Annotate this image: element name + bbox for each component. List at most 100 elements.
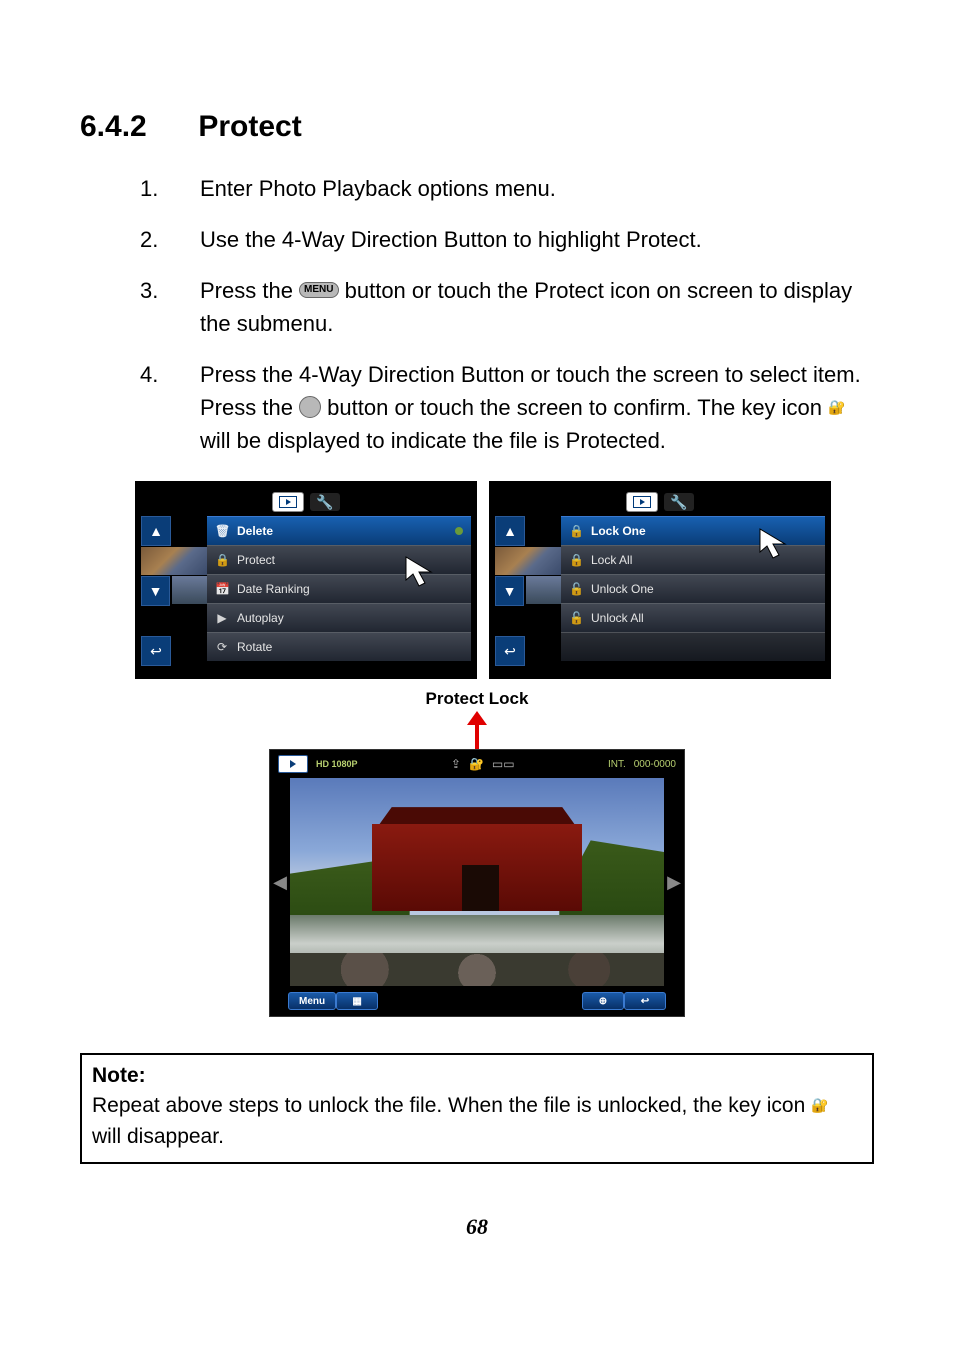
step-text: Enter Photo Playback options menu.: [200, 172, 874, 205]
menu-item-label: Lock All: [591, 553, 632, 567]
indicator-dot-icon: [455, 527, 463, 535]
menu-screenshots: 🔧 ▲ ▼ ↩ 🗑 Delete: [135, 481, 874, 679]
pointer-arrow-icon: [467, 711, 487, 749]
battery-icon: ▭▭: [492, 757, 515, 771]
rotate-icon: ⟳: [215, 640, 229, 654]
grid-icon: ▦: [352, 996, 361, 1007]
chevron-down-icon: ▼: [503, 583, 517, 599]
menu-item-unlock-all[interactable]: 🔓 Unlock All: [561, 603, 825, 632]
back-icon: ↩: [150, 643, 162, 660]
menu-item-lock-one[interactable]: 🔒 Lock One: [561, 516, 825, 545]
lock-icon: 🔒: [215, 553, 229, 567]
thumb-down-button[interactable]: ▼: [495, 576, 524, 606]
grid-button[interactable]: ▦: [336, 992, 378, 1010]
text-fragment: button or touch the screen to confirm. T…: [327, 395, 828, 420]
step-text: Use the 4-Way Direction Button to highli…: [200, 223, 874, 256]
back-button[interactable]: ↩: [141, 636, 171, 666]
chevron-down-icon: ▼: [149, 583, 163, 599]
lock-icon: 🔒: [569, 524, 583, 538]
menu-item-rotate[interactable]: ⟳ Rotate: [207, 632, 471, 661]
steps-list: 1. Enter Photo Playback options menu. 2.…: [140, 172, 874, 457]
thumbnail-image[interactable]: [172, 576, 207, 604]
play-icon: ▶: [215, 611, 229, 625]
export-icon: ⇪: [451, 757, 461, 771]
menu-item-unlock-one[interactable]: 🔓 Unlock One: [561, 574, 825, 603]
note-text: will disappear.: [92, 1125, 224, 1148]
menu-item-autoplay[interactable]: ▶ Autoplay: [207, 603, 471, 632]
step-number: 1.: [140, 172, 200, 205]
menu-item-date-ranking[interactable]: 📅 Date Ranking: [207, 574, 471, 603]
menu-item-empty: [561, 632, 825, 661]
section-number: 6.4.2: [80, 110, 190, 144]
prev-photo-button[interactable]: ◀: [274, 778, 286, 986]
tab-settings[interactable]: 🔧: [310, 493, 340, 511]
menu-item-label: Delete: [237, 524, 273, 538]
calendar-icon: 📅: [215, 582, 229, 596]
menu-item-label: Lock One: [591, 524, 646, 538]
thumb-up-button[interactable]: ▲: [141, 516, 171, 546]
ok-button-icon: [299, 396, 321, 418]
menu-item-protect[interactable]: 🔒 Protect: [207, 545, 471, 574]
zoom-in-icon: ⊕: [599, 996, 607, 1007]
back-button[interactable]: ↩: [624, 992, 666, 1010]
playback-screen: HD 1080P ⇪ 🔐 ▭▭ INT. 000-0000 ◀: [269, 749, 685, 1017]
thumbnail-image[interactable]: [495, 547, 561, 575]
page-number: 68: [80, 1214, 874, 1240]
back-icon: ↩: [504, 643, 516, 660]
playback-mode-icon: [278, 755, 308, 773]
menu-button-icon: MENU: [299, 282, 338, 298]
wrench-icon: 🔧: [316, 494, 333, 511]
key-icon: 🔐: [828, 397, 845, 418]
menu-item-label: Date Ranking: [237, 582, 310, 596]
menu-item-delete[interactable]: 🗑 Delete: [207, 516, 471, 545]
step-number: 3.: [140, 274, 200, 340]
thumb-up-button[interactable]: ▲: [495, 516, 525, 546]
photo-preview[interactable]: [290, 778, 664, 986]
menu-item-label: Unlock All: [591, 611, 644, 625]
back-button[interactable]: ↩: [495, 636, 525, 666]
menu-item-label: Rotate: [237, 640, 272, 654]
text-fragment: Press the: [200, 278, 299, 303]
step-number: 2.: [140, 223, 200, 256]
key-icon: 🔐: [469, 757, 484, 771]
thumbnail-image[interactable]: [526, 576, 561, 604]
thumb-down-button[interactable]: ▼: [141, 576, 170, 606]
button-label: Menu: [299, 996, 325, 1007]
tab-playback[interactable]: [626, 492, 658, 512]
protect-lock-label: Protect Lock: [267, 689, 687, 709]
step-number: 4.: [140, 358, 200, 457]
menu-item-label: Protect: [237, 553, 275, 567]
menu-button[interactable]: Menu: [288, 992, 336, 1010]
camera-submenu-list: 🔒 Lock One 🔒 Lock All 🔓 Unlock One 🔓 Unl…: [561, 516, 825, 666]
next-photo-button[interactable]: ▶: [668, 778, 680, 986]
menu-item-label: Autoplay: [237, 611, 284, 625]
menu-item-lock-all[interactable]: 🔒 Lock All: [561, 545, 825, 574]
counter-label: 000-0000: [634, 759, 676, 770]
chevron-left-icon: ◀: [273, 872, 287, 893]
step-text: Press the MENU button or touch the Prote…: [200, 274, 874, 340]
camera-menu-left: 🔧 ▲ ▼ ↩ 🗑 Delete: [135, 481, 477, 679]
camera-menu-right: 🔧 ▲ ▼ ↩ 🔒 Lock One: [489, 481, 831, 679]
chevron-right-icon: ▶: [667, 872, 681, 893]
step-text: Press the 4-Way Direction Button or touc…: [200, 358, 874, 457]
note-text: Repeat above steps to unlock the file. W…: [92, 1094, 811, 1117]
unlock-icon: 🔓: [569, 611, 583, 625]
thumbnail-image[interactable]: [141, 547, 207, 575]
chevron-up-icon: ▲: [503, 523, 517, 539]
text-fragment: will be displayed to indicate the file i…: [200, 428, 666, 453]
hd-badge: HD 1080P: [316, 760, 358, 769]
trash-icon: 🗑: [215, 524, 229, 538]
section-title: Protect: [198, 110, 301, 143]
lock-icon: 🔒: [569, 553, 583, 567]
key-icon: 🔐: [811, 1095, 828, 1115]
zoom-button[interactable]: ⊕: [582, 992, 624, 1010]
note-heading: Note:: [92, 1064, 146, 1087]
wrench-icon: 🔧: [670, 494, 687, 511]
tab-settings[interactable]: 🔧: [664, 493, 694, 511]
note-box: Note: Repeat above steps to unlock the f…: [80, 1053, 874, 1164]
section-heading: 6.4.2 Protect: [80, 110, 874, 144]
tab-playback[interactable]: [272, 492, 304, 512]
chevron-up-icon: ▲: [149, 523, 163, 539]
unlock-icon: 🔓: [569, 582, 583, 596]
camera-menu-list: 🗑 Delete 🔒 Protect 📅 Date Ranking ▶: [207, 516, 471, 666]
